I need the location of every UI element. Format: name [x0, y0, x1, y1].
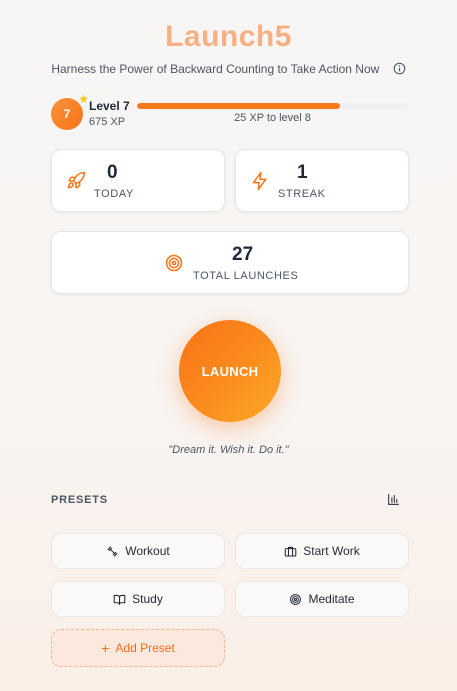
xp-label: 675 XP	[89, 116, 126, 128]
app: Launch5 Harness the Power of Backward Co…	[0, 0, 457, 691]
preset-workout-button[interactable]: Workout	[51, 533, 225, 569]
info-icon[interactable]	[393, 62, 406, 75]
app-subtitle: Harness the Power of Backward Counting t…	[0, 62, 457, 76]
dumbbell-icon	[107, 546, 118, 556]
preset-label: Workout	[125, 544, 170, 558]
level-badge-number: 7	[63, 107, 71, 121]
target-icon	[290, 593, 302, 605]
preset-label: Study	[132, 592, 163, 606]
target-icon	[165, 254, 183, 272]
book-icon	[113, 594, 126, 605]
lightning-icon	[252, 171, 267, 191]
launch-button[interactable]: LAUNCH	[179, 320, 281, 422]
stat-card-streak: 1 STREAK	[235, 149, 409, 212]
xp-progress-fill	[137, 103, 341, 109]
level-label: Level 7	[89, 99, 130, 113]
streak-label: STREAK	[278, 188, 326, 200]
bar-chart-icon[interactable]	[387, 493, 400, 506]
briefcase-icon	[284, 546, 297, 556]
preset-label: Meditate	[308, 592, 355, 606]
preset-start-work-button[interactable]: Start Work	[235, 533, 409, 569]
stat-card-today: 0 TODAY	[51, 149, 225, 212]
total-value: 27	[232, 244, 254, 265]
streak-value: 1	[297, 162, 308, 183]
total-label: TOTAL LAUNCHES	[193, 270, 299, 282]
add-preset-button[interactable]: + Add Preset	[51, 629, 225, 667]
preset-label: Start Work	[303, 544, 360, 558]
preset-meditate-button[interactable]: Meditate	[235, 581, 409, 617]
today-value: 0	[107, 162, 118, 183]
subtitle-text: Harness the Power of Backward Counting t…	[51, 62, 380, 76]
rocket-icon	[67, 171, 86, 189]
plus-icon: +	[101, 640, 110, 656]
motivational-quote: "Dream it. Wish it. Do it."	[168, 444, 289, 456]
stat-card-total: 27 TOTAL LAUNCHES	[51, 231, 409, 294]
star-icon: ★	[78, 92, 89, 106]
xp-next-label: 25 XP to level 8	[234, 112, 311, 124]
app-title: Launch5	[165, 20, 292, 53]
presets-section-label: PRESETS	[51, 494, 108, 506]
today-label: TODAY	[94, 188, 134, 200]
add-preset-label: Add Preset	[115, 641, 175, 655]
level-badge: 7 ★	[51, 93, 89, 130]
xp-progress-bar	[137, 103, 408, 109]
preset-study-button[interactable]: Study	[51, 581, 225, 617]
